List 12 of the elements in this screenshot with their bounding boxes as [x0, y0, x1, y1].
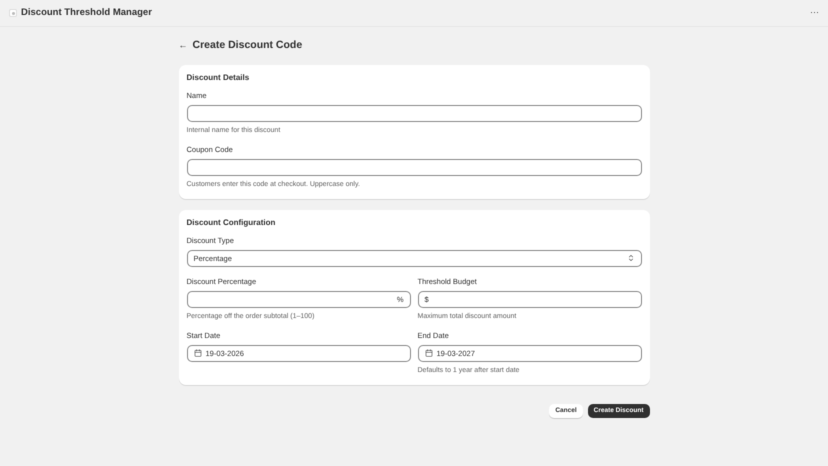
- calendar-icon: [194, 349, 202, 358]
- calendar-icon: [424, 349, 432, 358]
- text-field[interactable]: [186, 158, 642, 176]
- page-title: Create Discount Code: [192, 38, 302, 53]
- app-title: Discount Threshold Manager: [21, 6, 152, 20]
- section-title: Discount Configuration: [186, 218, 276, 228]
- text-field[interactable]: [186, 104, 642, 122]
- section-title: Discount Details: [186, 72, 250, 83]
- app-icon: [9, 9, 17, 17]
- chevrons-icon: [626, 254, 634, 262]
- more-button[interactable]: ···: [810, 6, 819, 20]
- back-button[interactable]: ←: [178, 41, 188, 50]
